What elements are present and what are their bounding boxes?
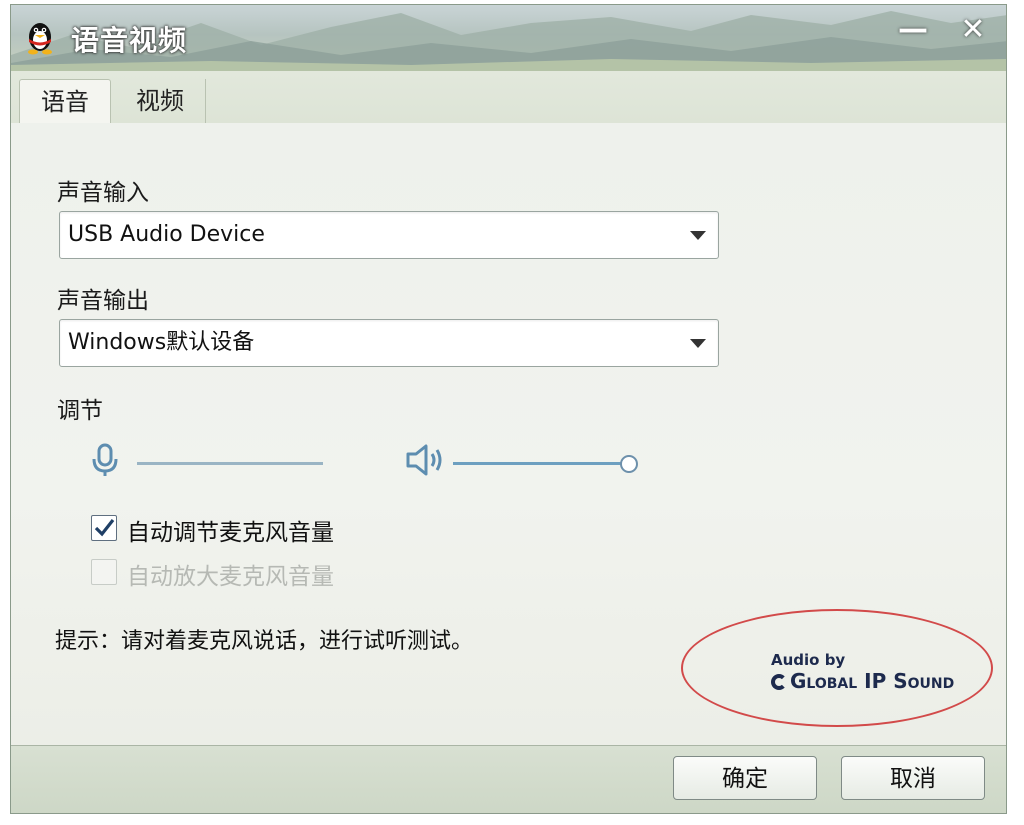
gips-logo: Audio by Global IP Sound <box>771 651 954 693</box>
audio-input-label: 声音输入 <box>57 180 149 206</box>
speaker-volume-slider[interactable] <box>453 462 629 465</box>
chevron-down-icon <box>690 339 706 348</box>
minimize-button[interactable]: — <box>893 13 933 47</box>
microphone-icon <box>92 443 118 476</box>
voice-settings-panel: 声音输入 USB Audio Device 声音输出 Windows默认设备 调… <box>11 123 1006 745</box>
cancel-button[interactable]: 取消 <box>841 756 985 800</box>
auto-amplify-mic-checkbox[interactable] <box>91 559 117 585</box>
auto-adjust-mic-checkbox[interactable] <box>91 515 117 541</box>
audio-by-text: Audio by <box>771 651 846 669</box>
audio-input-select[interactable]: USB Audio Device <box>59 211 719 259</box>
audio-output-select[interactable]: Windows默认设备 <box>59 319 719 367</box>
gips-brand-name: Global IP Sound <box>790 669 955 693</box>
speaker-volume-handle[interactable] <box>620 455 638 473</box>
tab-strip: 语音 视频 <box>11 71 1006 125</box>
tab-voice[interactable]: 语音 <box>19 79 111 125</box>
hint-text: 提示：请对着麦克风说话，进行试听测试。 <box>55 629 474 654</box>
audio-output-value: Windows默认设备 <box>68 330 255 355</box>
window-title: 语音视频 <box>71 24 188 57</box>
auto-adjust-mic-label: 自动调节麦克风音量 <box>127 520 334 546</box>
chevron-down-icon <box>690 231 706 240</box>
dialog-footer: 确定 取消 <box>11 745 1006 813</box>
adjust-label: 调节 <box>57 398 103 424</box>
qq-penguin-icon <box>28 23 52 55</box>
audio-input-value: USB Audio Device <box>68 222 265 247</box>
gips-logo-icon <box>771 674 787 690</box>
close-button[interactable]: ✕ <box>953 13 993 47</box>
audio-output-label: 声音输出 <box>57 288 149 314</box>
title-bar[interactable]: 语音视频 — ✕ <box>11 5 1006 71</box>
ok-button[interactable]: 确定 <box>673 756 817 800</box>
checkmark-icon <box>94 519 115 537</box>
microphone-volume-slider[interactable] <box>137 462 323 465</box>
speaker-icon <box>406 444 442 476</box>
auto-amplify-mic-label: 自动放大麦克风音量 <box>127 564 334 590</box>
gips-brand-text: Global IP Sound <box>771 669 954 693</box>
audio-video-dialog: 语音视频 — ✕ 语音 视频 声音输入 USB Audio Device 声音输… <box>10 4 1007 814</box>
tab-video[interactable]: 视频 <box>115 79 206 123</box>
